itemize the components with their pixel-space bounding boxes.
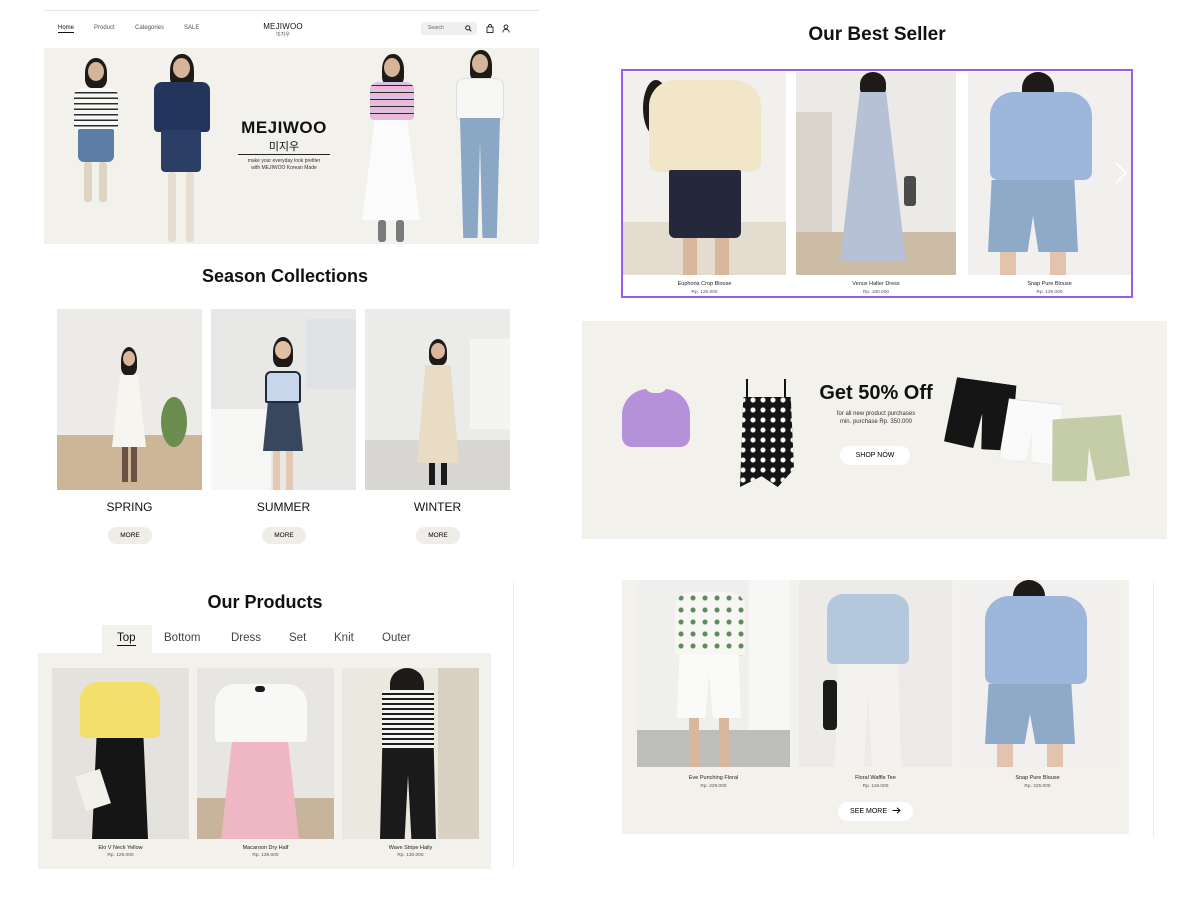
best-seller-name-3: Snap Pure Blouse [1027,281,1072,287]
header-divider [44,10,539,11]
shop-now-button[interactable]: SHOP NOW [840,446,910,465]
grid-product-price-3: Rp. 225.000 [1024,784,1051,789]
promo-item-lilac-blouse [622,383,690,465]
promo-title: Get 50% Off [819,382,933,404]
chevron-right-icon[interactable] [1110,160,1130,186]
hero-banner: MEJIWOO 미지우 make your everyday look pret… [44,48,539,244]
hero-title: MEJIWOO [241,118,327,137]
hero-divider [238,154,330,155]
see-more-label: SEE MORE [850,808,887,815]
tab-outer[interactable]: Outer [382,632,411,644]
product-name-1: Elo V Neck Yellow [98,845,143,851]
our-products-title: Our Products [207,592,323,612]
best-seller-name-1: Euphoria Crop Blouse [677,281,732,287]
spring-more-button[interactable]: MORE [108,527,152,544]
season-label-spring: SPRING [106,500,153,514]
bag-icon[interactable] [486,24,494,33]
season-card-summer[interactable] [211,309,356,490]
season-label-summer: SUMMER [256,500,311,514]
best-seller-price-2: Rp. 180.000 [862,290,890,295]
tab-knit[interactable]: Knit [334,632,354,644]
best-seller-card-3[interactable] [968,72,1131,275]
column-divider [513,582,514,868]
nav-sale[interactable]: SALE [184,25,199,31]
hero-model-2 [144,52,219,244]
grid-product-price-1: Rp. 229.000 [700,784,727,789]
nav-categories[interactable]: Categories [135,25,164,31]
best-seller-name-2: Venus Halter Dress [852,281,900,287]
grid-product-name-3: Snap Pure Blouse [1015,775,1060,781]
best-seller-price-1: Rp. 125.000 [691,290,718,295]
promo-description-line-1: for all new product purchases [836,411,916,417]
promo-description-line-2: min. purchase Rp. 350.000 [839,418,913,425]
promo-item-print-top [736,379,796,491]
tab-top[interactable]: Top [117,632,136,646]
product-name-3: Wave Stripe Haily [388,845,433,851]
hero-model-3 [356,52,426,244]
search-icon [465,25,472,32]
hero-tagline: make your everyday look prettier with ME… [232,158,336,171]
season-card-winter[interactable] [365,309,510,490]
search-placeholder: Search [428,25,444,31]
tab-dress[interactable]: Dress [231,632,261,644]
product-price-2: Rp. 139.000 [252,853,279,858]
nav-home[interactable]: Home [58,25,75,33]
nav-product[interactable]: Product [94,25,115,31]
logo-text: MEJIWOO [263,22,303,31]
best-seller-title: Our Best Seller [808,24,946,45]
product-card-2[interactable] [197,668,334,839]
hero-tagline-line-2: with MEJIWOO Korean Made [251,164,317,171]
tab-set[interactable]: Set [289,632,306,644]
best-seller-card-1[interactable] [623,72,786,275]
hero-subtitle: 미지우 [268,141,300,153]
grid-product-name-1: Eve Punching Floral [688,775,739,781]
winter-more-button[interactable]: MORE [416,527,460,544]
product-card-1[interactable] [52,668,189,839]
search-input[interactable]: Search [421,22,477,35]
see-more-button[interactable]: SEE MORE [838,802,913,821]
product-card-3[interactable] [342,668,479,839]
product-price-1: Rp. 129.000 [107,853,134,858]
product-name-2: Macaroon Dry Half [242,845,289,851]
summer-more-button[interactable]: MORE [262,527,306,544]
brand-logo[interactable]: MEJIWOO 미지우 [255,22,311,38]
grid-product-card-2[interactable] [799,580,952,767]
hero-model-4 [444,50,514,244]
promo-banner [582,321,1167,539]
logo-subtext: 미지우 [276,32,290,38]
season-label-winter: WINTER [413,500,462,514]
hero-model-1 [66,54,126,244]
best-seller-price-3: Rp. 129.000 [1036,290,1063,295]
grid-product-price-2: Rp. 119.000 [862,784,889,789]
grid-product-name-2: Floral Waffle Tee [855,775,896,781]
promo-description: for all new product purchases min. purch… [812,411,940,426]
season-card-spring[interactable] [57,309,202,490]
promo-item-sage-shorts [1048,414,1130,483]
tab-bottom[interactable]: Bottom [164,632,200,644]
user-icon[interactable] [502,24,510,33]
season-collections-title: Season Collections [201,266,369,286]
best-seller-card-2[interactable] [796,72,956,275]
arrow-right-icon [892,807,901,814]
grid-product-card-3[interactable] [961,580,1114,767]
grid-edge-divider [1153,582,1154,838]
grid-product-card-1[interactable] [637,580,790,767]
product-price-3: Rp. 130.000 [397,853,424,858]
